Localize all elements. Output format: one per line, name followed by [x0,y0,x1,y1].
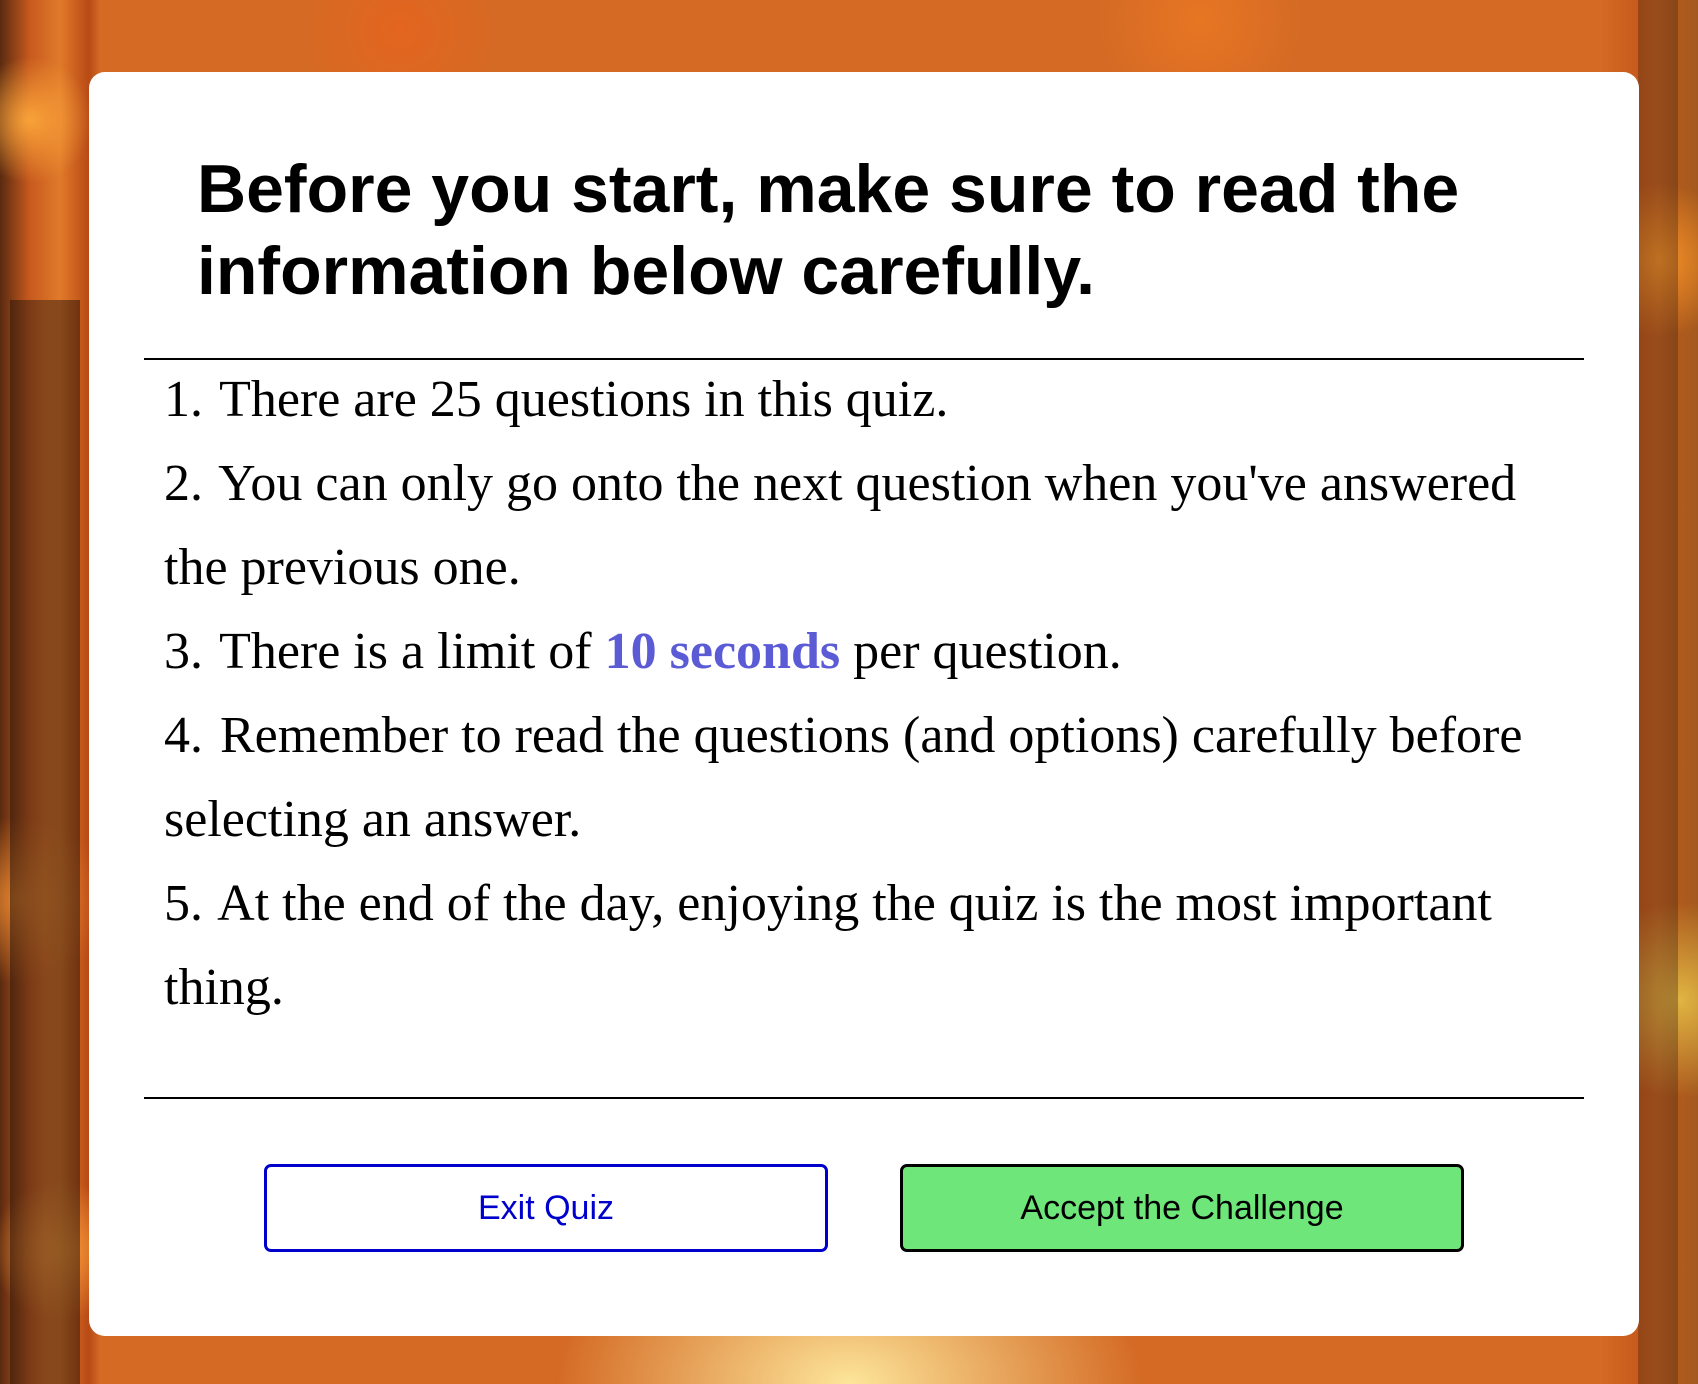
accept-challenge-button[interactable]: Accept the Challenge [900,1164,1464,1252]
rule-text-before: There is a limit of [219,623,592,680]
rule-text: There are 25 questions in this quiz. [219,371,949,428]
exit-quiz-button[interactable]: Exit Quiz [264,1164,828,1252]
bottom-divider [144,1097,1584,1099]
rule-item: 4. Remember to read the questions (and o… [164,694,1564,862]
rule-text-after: per question. [853,623,1122,680]
rule-text: Remember to read the questions (and opti… [164,707,1523,848]
quiz-info-modal: Before you start, make sure to read the … [89,72,1639,1336]
rule-item: 1. There are 25 questions in this quiz. [164,358,1564,442]
rule-number: 4. [164,707,203,764]
modal-title: Before you start, make sure to read the … [197,151,1460,309]
rule-text: At the end of the day, enjoying the quiz… [164,875,1492,1016]
rule-number: 2. [164,455,203,512]
rules-list: 1. There are 25 questions in this quiz. … [164,358,1564,1030]
time-limit-highlight: 10 seconds [604,623,841,680]
rule-item: 2. You can only go onto the next questio… [164,442,1564,610]
rule-text: You can only go onto the next question w… [164,455,1517,596]
background-tree-trunk-left [10,300,80,1384]
rule-number: 5. [164,875,203,932]
rule-item: 3. There is a limit of 10 seconds per qu… [164,610,1564,694]
rule-number: 3. [164,623,203,680]
rule-item: 5. At the end of the day, enjoying the q… [164,862,1564,1030]
background-tree-trunk-right [1638,0,1678,1384]
rule-number: 1. [164,371,203,428]
